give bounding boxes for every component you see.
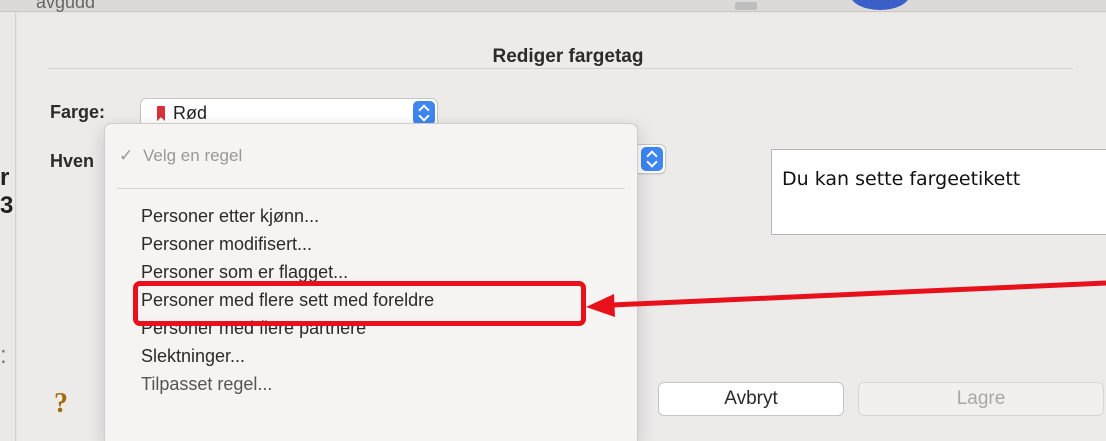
menu-item-custom-rule[interactable]: Tilpasset regel...	[141, 374, 272, 395]
background-divider	[735, 2, 757, 10]
menu-item-label: Velg en regel	[143, 146, 243, 165]
menu-item-relatives[interactable]: Slektninger...	[141, 346, 245, 367]
chevron-updown-icon	[413, 101, 435, 125]
checkmark-icon: ✓	[119, 146, 134, 165]
menu-item-selected[interactable]: ✓ Velg en regel	[119, 146, 242, 166]
background-window-strip: avgudd	[0, 0, 1106, 12]
dialog-title: Rediger fargetag	[492, 46, 644, 67]
cancel-button[interactable]: Avbryt	[658, 382, 844, 416]
background-left-edge: r 3 :	[0, 12, 16, 441]
background-text: avgudd	[36, 0, 96, 12]
title-divider	[48, 68, 1073, 69]
save-button[interactable]: Lagre	[858, 382, 1104, 416]
menu-separator	[117, 188, 625, 189]
background-avatar	[850, 0, 910, 10]
background-glyph: r	[0, 164, 10, 191]
rule-label: Hven	[50, 151, 95, 171]
background-glyph: :	[0, 342, 7, 369]
background-glyph: 3	[0, 192, 14, 219]
annotation-highlight-box	[133, 281, 586, 326]
color-label: Farge:	[50, 102, 106, 122]
help-button[interactable]: ?	[54, 388, 68, 420]
flag-icon	[157, 106, 165, 121]
menu-item-flagged[interactable]: Personer som er flagget...	[141, 262, 348, 283]
chevron-updown-icon	[641, 147, 663, 171]
color-value: Rød	[173, 103, 208, 123]
menu-item-by-gender[interactable]: Personer etter kjønn...	[141, 206, 319, 227]
menu-item-modified[interactable]: Personer modifisert...	[141, 234, 312, 255]
annotation-text: Du kan sette fargeetikett	[782, 168, 1021, 190]
annotation-callout: Du kan sette fargeetikett	[771, 149, 1106, 235]
